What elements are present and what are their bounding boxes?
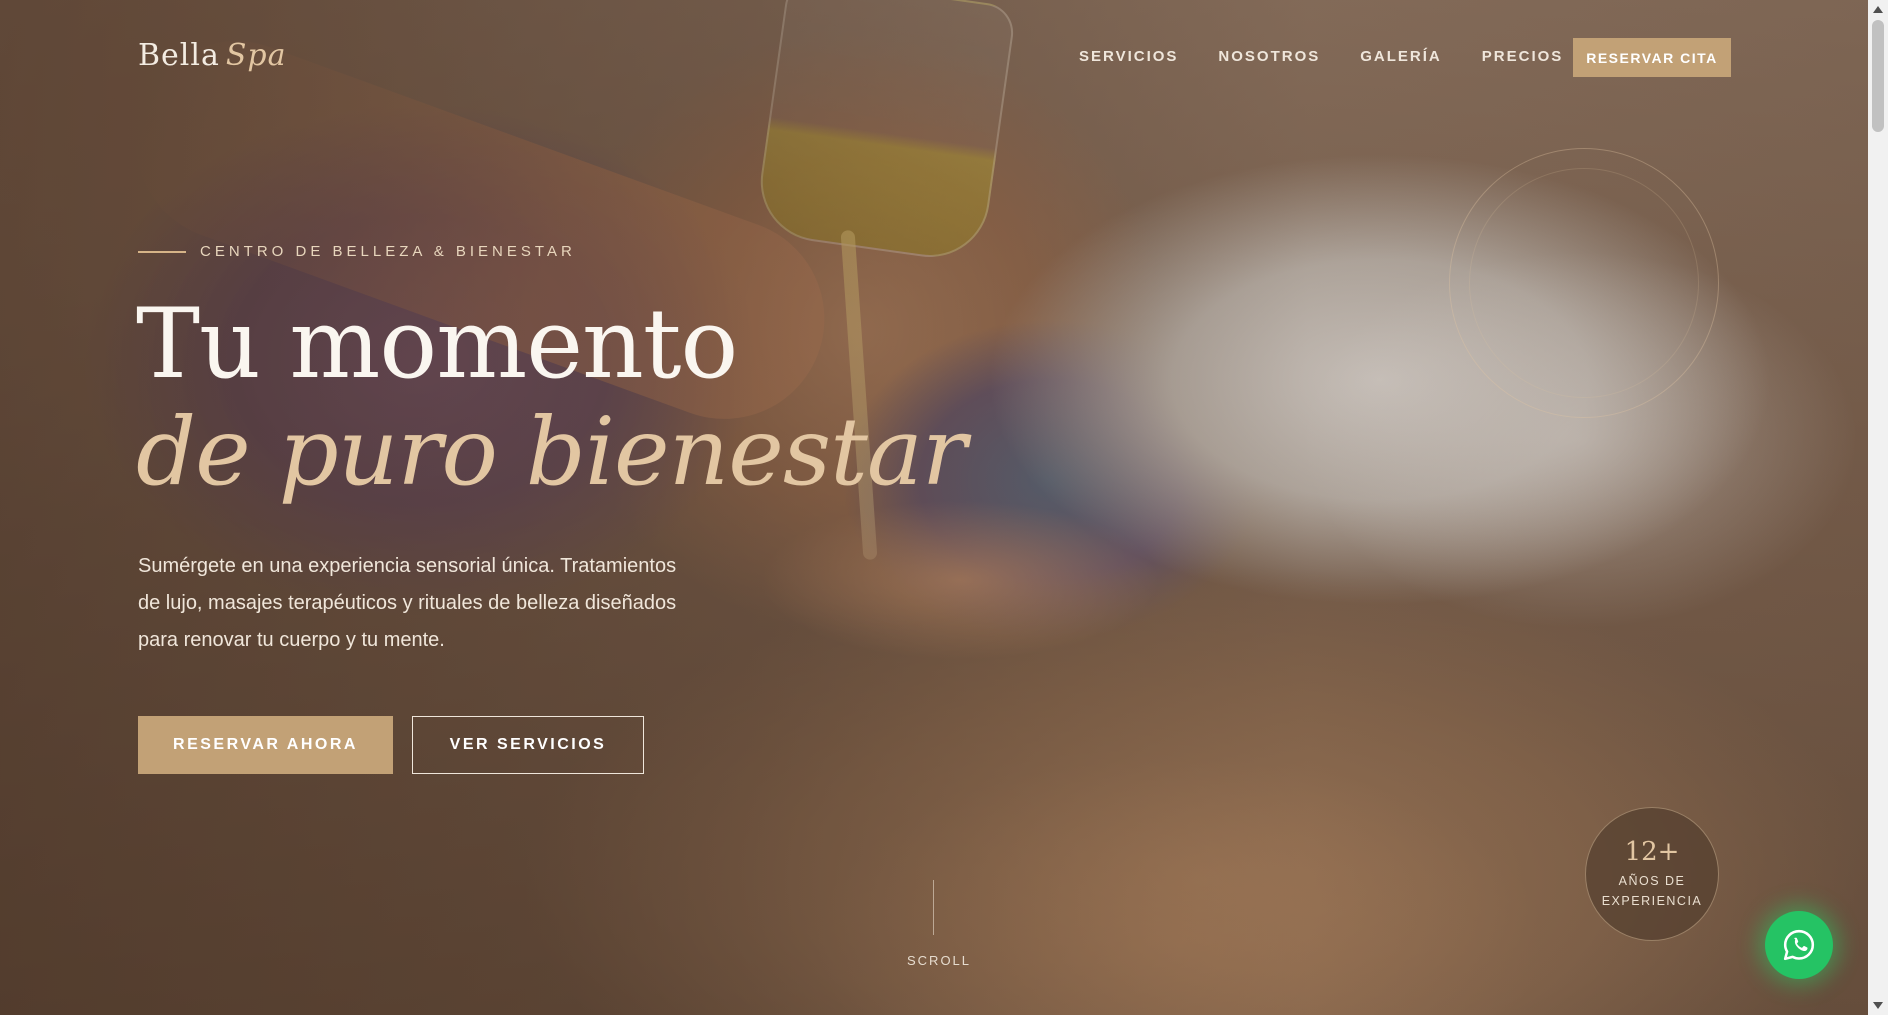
hero-title-line2: de puro bienestar: [136, 398, 967, 507]
nav-item-nosotros[interactable]: NOSOTROS: [1218, 48, 1320, 65]
eyebrow-line: [138, 250, 186, 253]
experience-badge: 12+ AÑOS DE EXPERIENCIA: [1585, 807, 1719, 941]
reservar-ahora-button[interactable]: RESERVAR AHORA: [138, 716, 393, 774]
hero-description: Sumérgete en una experiencia sensorial ú…: [138, 555, 677, 651]
brand-accent: Spa: [225, 38, 287, 73]
scroll-indicator-label[interactable]: SCROLL: [907, 953, 971, 968]
nav-item-precios[interactable]: PRECIOS: [1482, 48, 1564, 65]
page-scrollbar[interactable]: [1868, 0, 1888, 1015]
experience-label-line2: EXPERIENCIA: [1601, 894, 1703, 908]
scroll-down-arrow-icon[interactable]: [1873, 1002, 1883, 1009]
eyebrow-text: CENTRO DE BELLEZA & BIENESTAR: [200, 243, 576, 260]
decorative-circle-inner: [1469, 168, 1699, 398]
main-nav: SERVICIOS NOSOTROS GALERÍA PRECIOS: [1079, 48, 1563, 65]
experience-label-line1: AÑOS DE: [1618, 874, 1686, 888]
hero-eyebrow: CENTRO DE BELLEZA & BIENESTAR: [138, 243, 576, 260]
brand-logo[interactable]: Bella Spa: [138, 38, 287, 73]
ver-servicios-button[interactable]: VER SERVICIOS: [412, 716, 644, 774]
nav-item-servicios[interactable]: SERVICIOS: [1079, 48, 1178, 65]
whatsapp-button[interactable]: [1765, 911, 1833, 979]
experience-number: 12+: [1624, 837, 1680, 867]
brand-name: Bella: [138, 38, 220, 73]
nav-item-galeria[interactable]: GALERÍA: [1360, 48, 1442, 65]
scrollbar-thumb[interactable]: [1872, 20, 1884, 132]
experience-label: AÑOS DE EXPERIENCIA: [1602, 871, 1703, 911]
whatsapp-icon: [1783, 929, 1815, 961]
hero-title-line1: Tu momento: [136, 288, 738, 400]
reservar-cita-button[interactable]: RESERVAR CITA: [1573, 38, 1731, 77]
scroll-up-arrow-icon[interactable]: [1873, 6, 1883, 13]
scroll-indicator-line: [933, 880, 934, 935]
